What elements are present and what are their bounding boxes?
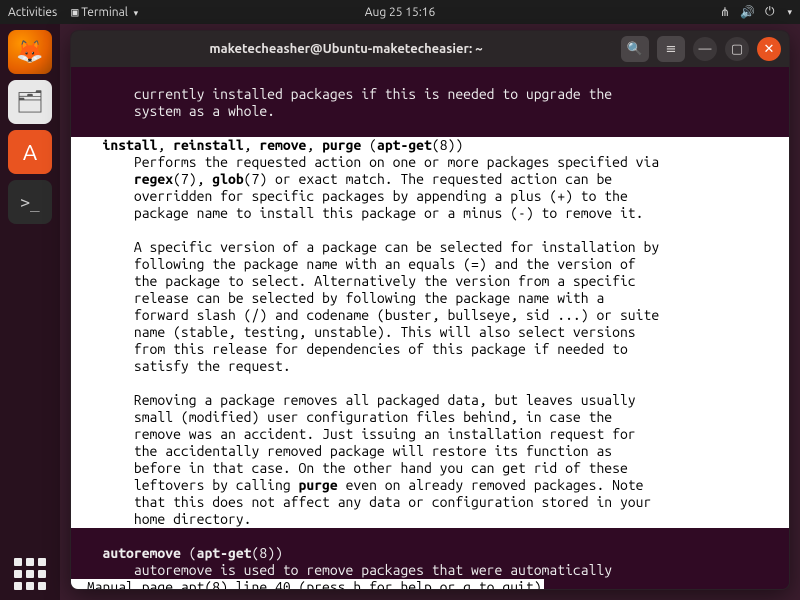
terminal-icon: >_ bbox=[20, 193, 39, 212]
close-button[interactable]: ✕ bbox=[757, 37, 781, 61]
firefox-icon: 🦊 bbox=[16, 39, 43, 65]
manpage-text: currently installed packages if this is … bbox=[79, 86, 781, 589]
dock-item-firefox[interactable]: 🦊 bbox=[8, 30, 52, 74]
terminal-content[interactable]: currently installed packages if this is … bbox=[71, 67, 789, 589]
menu-icon: ≡ bbox=[666, 42, 677, 57]
volume-icon[interactable]: 🔊 bbox=[740, 5, 755, 19]
apps-grid-icon bbox=[12, 556, 48, 592]
terminal-window: maketecheasher@Ubuntu-maketecheasier: ~ … bbox=[70, 30, 790, 590]
search-icon: 🔍 bbox=[627, 42, 643, 57]
maximize-icon: ▢ bbox=[731, 42, 743, 57]
chevron-down-icon: ▾ bbox=[134, 8, 139, 19]
app-menu-label: Terminal bbox=[81, 6, 128, 19]
maximize-button[interactable]: ▢ bbox=[725, 37, 749, 61]
show-applications-button[interactable] bbox=[0, 556, 60, 592]
gnome-top-bar: Activities ▣ Terminal ▾ Aug 25 15:16 ⋔ 🔊… bbox=[0, 0, 800, 24]
app-menu[interactable]: ▣ Terminal ▾ bbox=[71, 5, 138, 19]
clock[interactable]: Aug 25 15:16 bbox=[365, 6, 436, 19]
pager-status-line: Manual page apt(8) line 40 (press h for … bbox=[71, 579, 544, 589]
minimize-button[interactable]: — bbox=[693, 37, 717, 61]
terminal-indicator-icon: ▣ bbox=[71, 5, 78, 19]
files-icon: 🗂 bbox=[16, 89, 44, 115]
minimize-icon: — bbox=[699, 42, 712, 56]
search-button[interactable]: 🔍 bbox=[621, 36, 649, 62]
close-icon: ✕ bbox=[764, 42, 775, 57]
network-icon[interactable]: ⋔ bbox=[720, 5, 730, 19]
window-titlebar: maketecheasher@Ubuntu-maketecheasier: ~ … bbox=[71, 31, 789, 67]
power-icon[interactable]: ⏻ bbox=[765, 5, 775, 19]
dock-item-files[interactable]: 🗂 bbox=[8, 80, 52, 124]
dock-item-terminal[interactable]: >_ bbox=[8, 180, 52, 224]
software-icon: A bbox=[23, 140, 37, 165]
dock-item-software[interactable]: A bbox=[8, 130, 52, 174]
chevron-down-icon: ▾ bbox=[787, 7, 792, 18]
dock: 🦊 🗂 A >_ bbox=[0, 24, 60, 600]
highlighted-section: install, reinstall, remove, purge (apt-g… bbox=[71, 137, 789, 528]
window-title: maketecheasher@Ubuntu-maketecheasier: ~ bbox=[79, 42, 613, 56]
hamburger-menu-button[interactable]: ≡ bbox=[657, 36, 685, 62]
activities-button[interactable]: Activities bbox=[8, 6, 57, 19]
